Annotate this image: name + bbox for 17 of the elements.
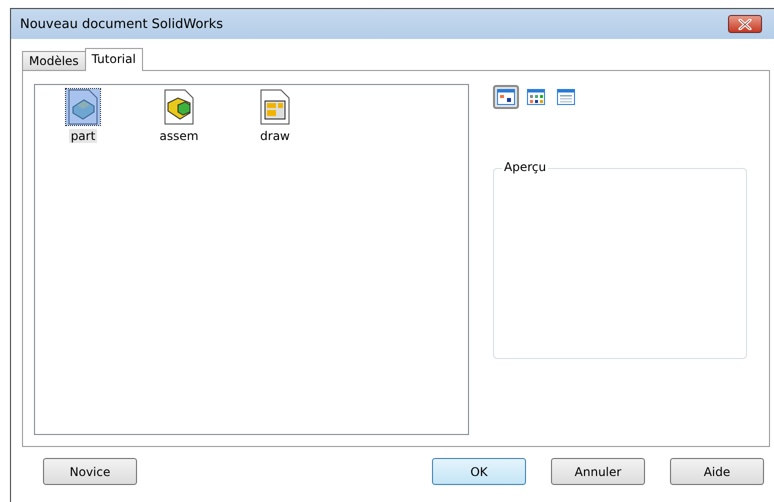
template-label[interactable]: part — [68, 129, 98, 143]
window-title: Nouveau document SolidWorks — [20, 16, 224, 32]
tab[interactable]: Tutorial — [84, 48, 143, 71]
tab[interactable]: Modèles — [22, 51, 86, 70]
close-icon — [738, 18, 752, 30]
large-icons-view-button[interactable] — [493, 85, 519, 109]
template-label[interactable]: assem — [158, 129, 200, 143]
preview-label: Aperçu — [502, 160, 548, 174]
dialog-button[interactable]: Annuler — [551, 458, 645, 485]
drawing-icon[interactable] — [258, 89, 292, 125]
close-button[interactable] — [728, 15, 762, 33]
part-icon[interactable] — [66, 89, 100, 125]
dialog-button[interactable]: Novice — [43, 458, 137, 485]
template-label[interactable]: draw — [258, 129, 292, 143]
dialog-button[interactable]: Aide — [670, 458, 764, 485]
assembly-icon[interactable] — [162, 89, 196, 125]
dialog-button[interactable]: OK — [432, 458, 526, 485]
